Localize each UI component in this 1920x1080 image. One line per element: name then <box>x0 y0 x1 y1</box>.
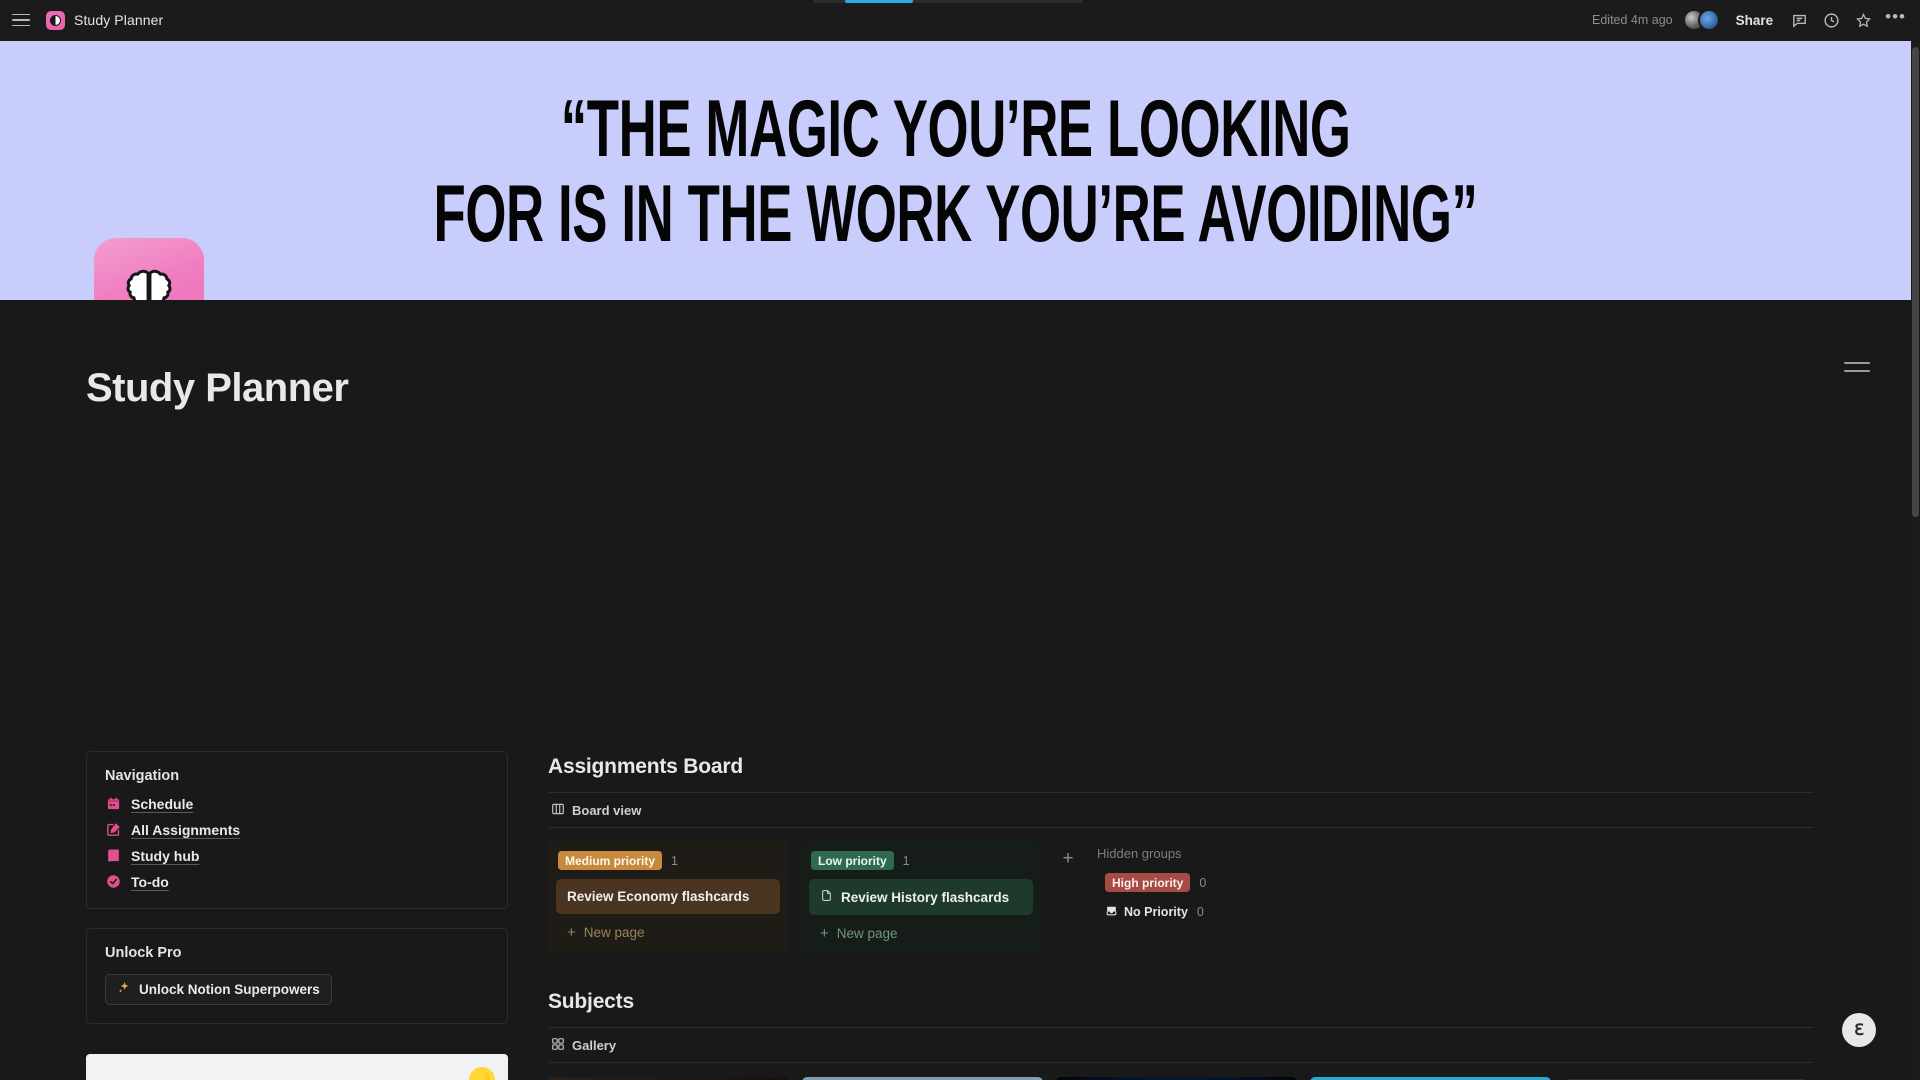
moon-icon[interactable]: 🌙 <box>469 1067 495 1080</box>
board-view-icon <box>551 802 565 819</box>
assignments-board-title: Assignments Board <box>548 755 743 778</box>
cover-banner: “THE MAGIC YOU’RE LOOKING FOR IS IN THE … <box>0 41 1912 300</box>
notion-ai-button[interactable]: ℇ <box>1842 1013 1876 1047</box>
main-column: Assignments Board Board view Medium prio… <box>548 755 1813 1080</box>
page-title: Study Planner <box>86 366 349 410</box>
hamburger-icon[interactable] <box>10 9 32 31</box>
sparkles-icon <box>117 981 131 998</box>
sidebar-item-study-hub[interactable]: Study hub <box>105 847 489 864</box>
unlock-pro-card: Unlock Pro Unlock Notion Superpowers <box>86 928 508 1024</box>
column-header[interactable]: Low priority 1 <box>809 849 1033 879</box>
check-circle-icon <box>105 873 122 890</box>
divider <box>548 1027 1813 1028</box>
table-of-contents-icon[interactable] <box>1844 356 1872 378</box>
sidebar-item-schedule[interactable]: Schedule <box>105 795 489 812</box>
deadline-widget: 🌙 gg/mm/aaaa Set Deadline <box>86 1054 508 1080</box>
sidebar-item-to-do[interactable]: To-do <box>105 873 489 890</box>
top-bar: Study Planner Edited 4m ago Share ••• <box>0 0 1920 41</box>
inbox-icon <box>1105 904 1118 920</box>
sidebar-item-all-assignments[interactable]: All Assignments <box>105 821 489 838</box>
new-page-button[interactable]: + New page <box>556 914 780 945</box>
tab-gallery-view[interactable]: Gallery <box>548 1028 619 1062</box>
sidebar-item-label: All Assignments <box>131 821 241 838</box>
hidden-group-no-priority[interactable]: No Priority 0 <box>1095 904 1206 920</box>
board-card[interactable]: Review Economy flashcards <box>556 879 780 914</box>
document-icon <box>820 889 833 905</box>
assignments-board: Medium priority 1 Review Economy flashca… <box>548 828 1813 954</box>
new-page-button[interactable]: + New page <box>809 915 1033 946</box>
board-card[interactable]: Review History flashcards <box>809 879 1033 915</box>
share-button[interactable]: Share <box>1732 10 1778 31</box>
subjects-title: Subjects <box>548 990 634 1013</box>
column-count: 1 <box>671 853 678 868</box>
hidden-groups: Hidden groups High priority 0 No Priorit… <box>1095 841 1206 920</box>
navigation-list: Schedule All Assignments Study hub To-do <box>105 795 489 890</box>
sidebar-item-label: Study hub <box>131 847 200 864</box>
book-icon <box>105 847 122 864</box>
page-content: Study Planner Navigation Schedule All As… <box>0 300 1912 1080</box>
new-page-label: New page <box>836 926 898 941</box>
status-badge: High priority <box>1105 873 1191 892</box>
brain-icon[interactable] <box>94 238 204 300</box>
sidebar-item-label: Schedule <box>131 795 194 812</box>
brain-emoji-icon <box>46 10 65 30</box>
add-group-button[interactable]: + <box>1054 845 1082 873</box>
avatar[interactable] <box>1697 9 1720 31</box>
page-scrollbar-thumb[interactable] <box>1912 47 1919 517</box>
navigation-heading: Navigation <box>105 768 180 784</box>
comment-icon[interactable] <box>1789 10 1809 30</box>
edited-timestamp: Edited 4m ago <box>1592 13 1673 27</box>
hidden-group-count: 0 <box>1199 875 1207 890</box>
edit-square-icon <box>105 821 122 838</box>
hidden-group-count: 0 <box>1196 905 1204 919</box>
board-column-medium: Medium priority 1 Review Economy flashca… <box>548 841 788 953</box>
status-badge: Medium priority <box>558 851 663 870</box>
hidden-group-high-priority[interactable]: High priority 0 <box>1095 873 1206 892</box>
calendar-icon <box>105 795 122 812</box>
hidden-groups-title: Hidden groups <box>1097 846 1182 861</box>
column-count: 1 <box>902 853 910 868</box>
more-options-icon[interactable]: ••• <box>1885 9 1906 27</box>
subjects-gallery: 💰 Economy 🏛️ History 👨‍💼 Managment <box>548 1063 1813 1080</box>
document-title: Study Planner <box>74 12 164 28</box>
active-tab-indicator <box>845 0 913 3</box>
plus-icon: + <box>567 924 576 941</box>
status-badge: Low priority <box>811 851 894 870</box>
document-chip[interactable]: Study Planner <box>46 10 164 30</box>
board-column-low: Low priority 1 Review History flashcards… <box>801 841 1041 954</box>
unlock-superpowers-button[interactable]: Unlock Notion Superpowers <box>105 974 332 1005</box>
left-column: Navigation Schedule All Assignments Stud… <box>86 751 508 1080</box>
tab-board-view-label: Board view <box>572 803 642 818</box>
column-header[interactable]: Medium priority 1 <box>556 849 780 879</box>
history-clock-icon[interactable] <box>1821 10 1841 30</box>
plus-icon: + <box>820 925 829 942</box>
unlock-pro-heading: Unlock Pro <box>105 945 182 961</box>
unlock-superpowers-label: Unlock Notion Superpowers <box>139 982 320 997</box>
gallery-view-icon <box>551 1037 565 1054</box>
hidden-group-label: No Priority <box>1124 905 1188 919</box>
navigation-card: Navigation Schedule All Assignments Stud… <box>86 751 508 909</box>
star-icon[interactable] <box>1853 10 1873 30</box>
collaborator-avatars[interactable] <box>1682 9 1720 31</box>
board-card-title: Review Economy flashcards <box>567 889 750 904</box>
new-page-label: New page <box>583 925 645 940</box>
sidebar-item-label: To-do <box>131 873 169 890</box>
tab-board-view[interactable]: Board view <box>548 793 644 827</box>
topbar-actions: Edited 4m ago Share ••• <box>1592 9 1906 31</box>
divider <box>548 792 1813 793</box>
tab-gallery-view-label: Gallery <box>572 1038 617 1053</box>
banner-quote-line-2: FOR IS IN THE WORK YOU’RE AVOIDING” <box>433 167 1478 258</box>
board-card-title: Review History flashcards <box>841 889 1010 905</box>
